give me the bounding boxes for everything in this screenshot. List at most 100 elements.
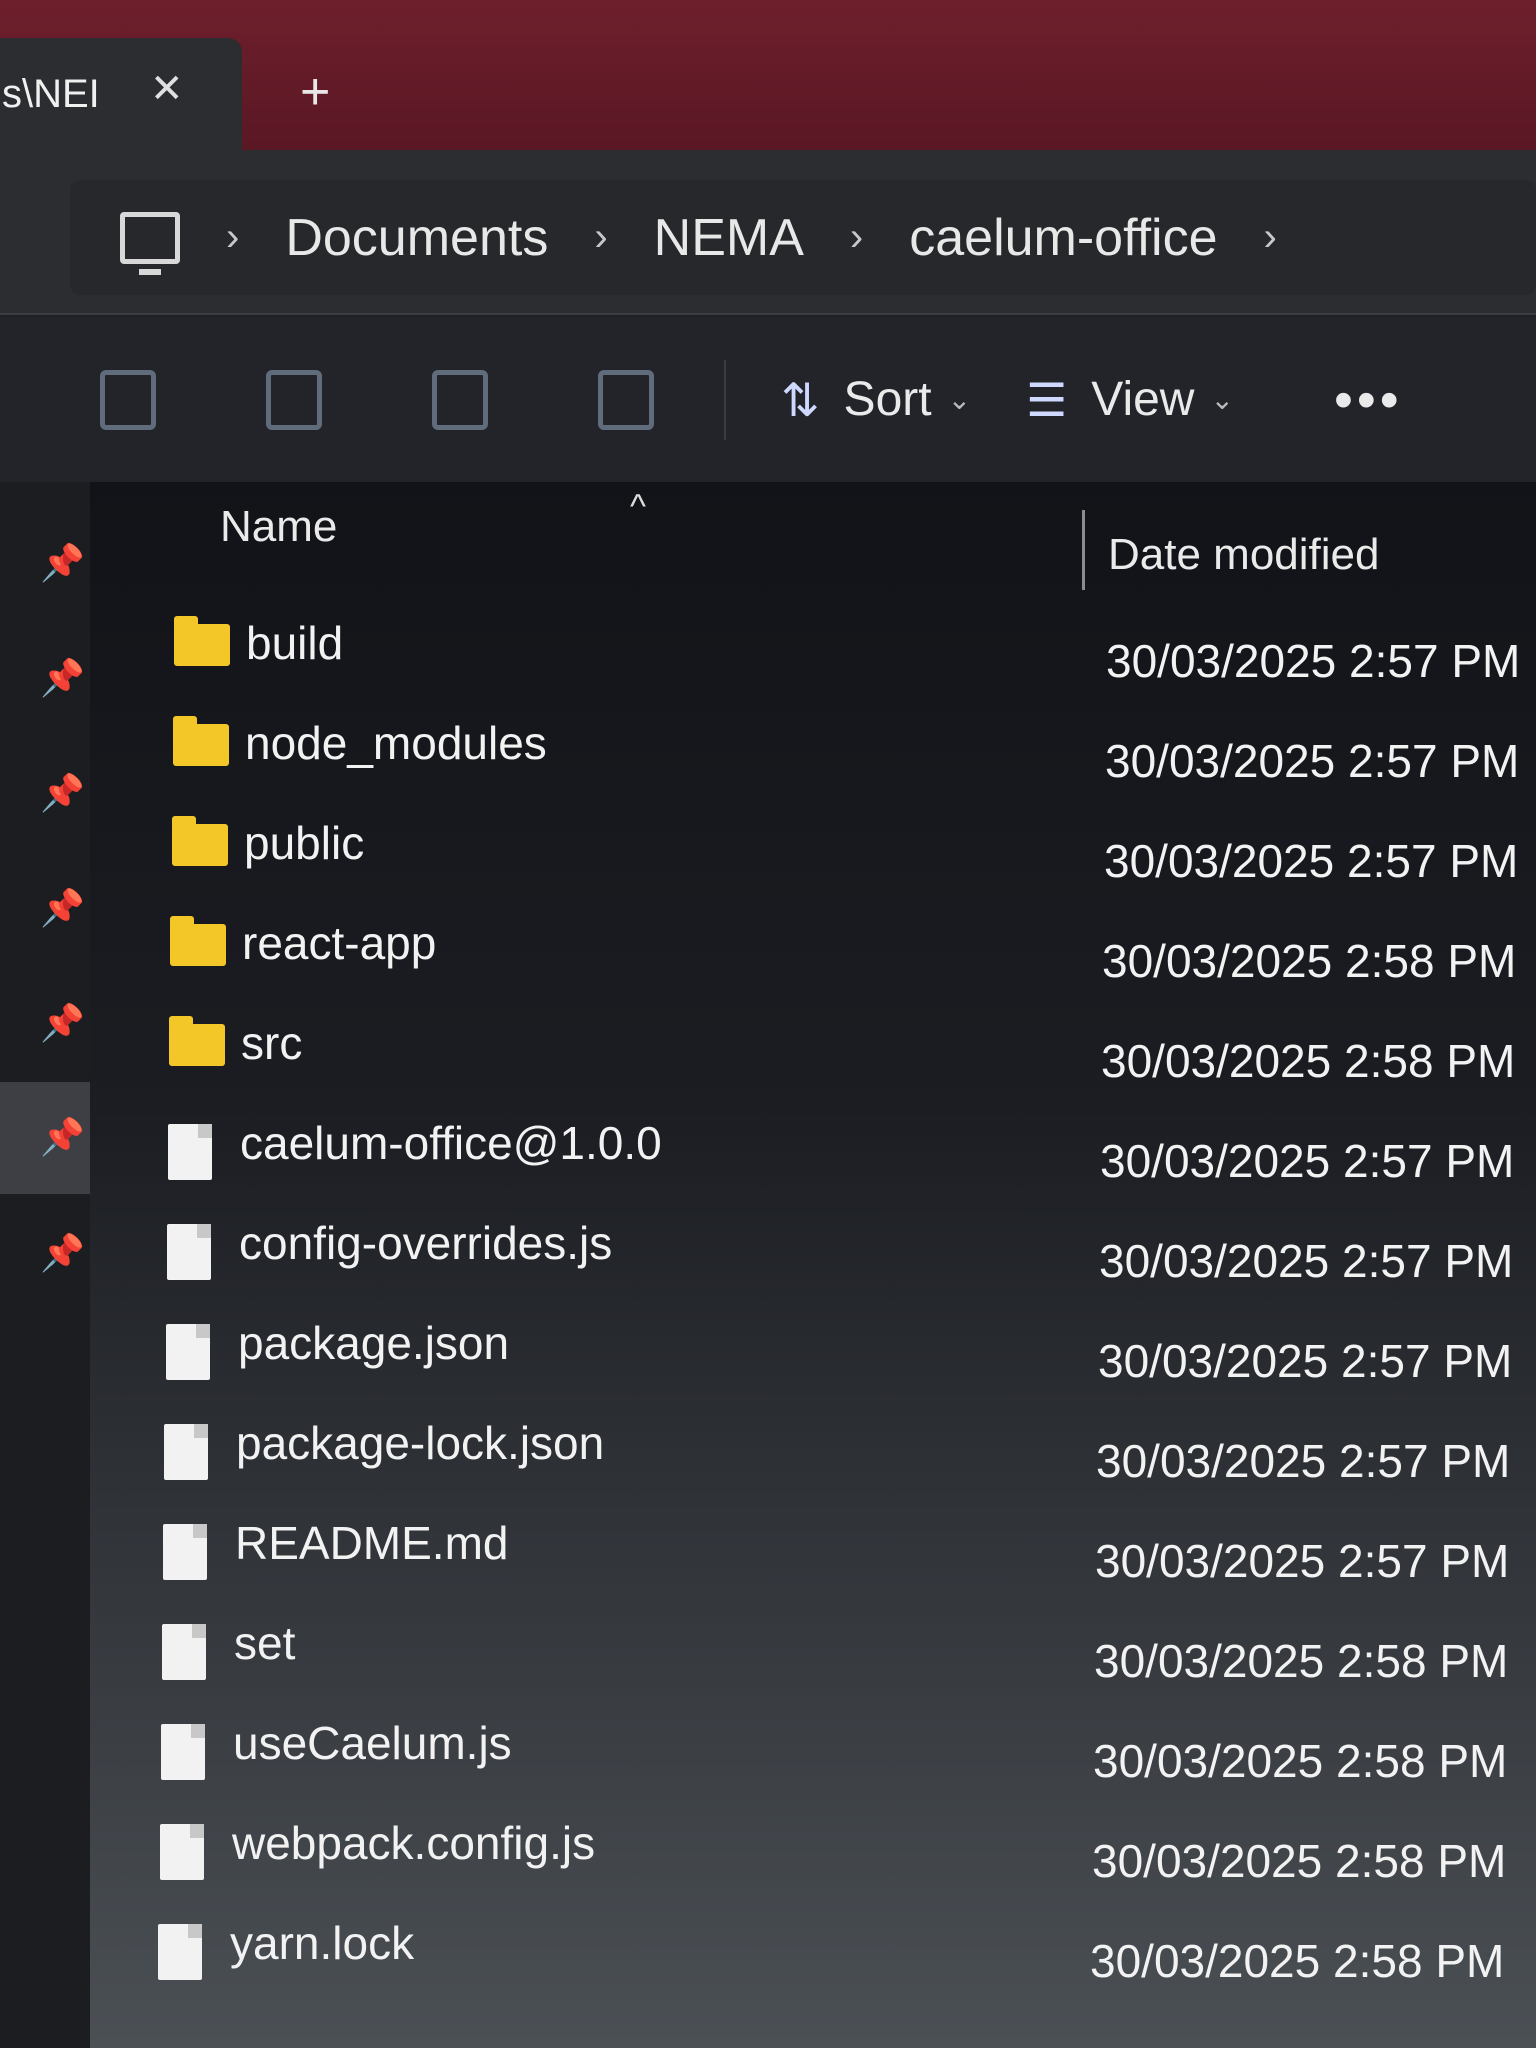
folder-icon [169,1016,225,1066]
folder-icon [170,916,226,966]
file-row[interactable]: package-lock.json 30/03/2025 2:57 PM [90,1404,1536,1494]
share-icon[interactable] [432,369,488,430]
file-icon [162,1624,206,1680]
file-icon [164,1424,208,1480]
close-icon[interactable]: ✕ [150,66,184,112]
file-icon [163,1524,207,1580]
file-date-modified: 30/03/2025 2:58 PM [1090,1935,1505,1987]
file-date-modified: 30/03/2025 2:57 PM [1104,835,1519,887]
pin-icon[interactable]: 📌 [40,1002,85,1043]
paste-icon[interactable] [100,369,156,430]
view-list-icon: ☰ [1026,373,1068,426]
file-name: README.md [235,1517,509,1569]
column-header: Name ^ Date modified [90,482,1536,592]
command-bar: ⇅ Sort ⌄ ☰ View ⌄ ••• [0,317,1536,482]
breadcrumb[interactable]: › Documents › NEMA › caelum-office › [70,180,1536,295]
breadcrumb-documents[interactable]: Documents [285,208,548,268]
file-row[interactable]: useCaelum.js 30/03/2025 2:58 PM [90,1704,1536,1794]
chevron-right-icon[interactable]: › [850,215,863,260]
file-date-modified: 30/03/2025 2:57 PM [1100,1135,1515,1187]
rename-icon[interactable] [266,369,322,430]
folder-icon [172,816,228,866]
file-row[interactable]: package.json 30/03/2025 2:57 PM [90,1304,1536,1394]
file-row[interactable]: set 30/03/2025 2:58 PM [90,1604,1536,1694]
more-options-icon[interactable]: ••• [1334,369,1403,431]
chevron-right-icon[interactable]: › [594,215,607,260]
chevron-right-icon[interactable]: › [1264,215,1277,260]
file-row[interactable]: caelum-office@1.0.0 30/03/2025 2:57 PM [90,1104,1536,1194]
file-icon [166,1324,210,1380]
chevron-down-icon: ⌄ [947,384,972,415]
file-date-modified: 30/03/2025 2:57 PM [1105,735,1520,787]
chevron-right-icon[interactable]: › [226,215,239,260]
file-row[interactable]: config-overrides.js 30/03/2025 2:57 PM [90,1204,1536,1294]
file-row[interactable]: public 30/03/2025 2:57 PM [90,804,1536,894]
quick-access-nav: 📌 📌 📌 📌 📌 📌 📌 [0,482,90,2048]
address-row: › Documents › NEMA › caelum-office › [0,150,1536,315]
sort-button[interactable]: ⇅ Sort ⌄ [781,372,971,427]
file-date-modified: 30/03/2025 2:58 PM [1102,935,1517,987]
file-row[interactable]: src 30/03/2025 2:58 PM [90,1004,1536,1094]
file-row[interactable]: react-app 30/03/2025 2:58 PM [90,904,1536,994]
file-icon [161,1724,205,1780]
file-name: public [244,817,365,869]
delete-icon[interactable] [598,369,654,430]
pin-icon-selected[interactable]: 📌 [0,1082,90,1194]
view-label: View [1091,373,1195,426]
folder-icon [174,616,230,666]
file-list: Name ^ Date modified build 30/03/2025 2:5… [90,482,1536,2048]
file-name: webpack.config.js [232,1817,596,1869]
file-icon [167,1224,211,1280]
file-icon [160,1824,204,1880]
column-resize-handle[interactable] [1082,510,1085,590]
tab-title: s\NEI [2,71,100,116]
title-bar: s\NEI ✕ + [0,0,1536,150]
column-date-modified[interactable]: Date modified [1108,530,1379,580]
file-row[interactable]: node_modules 30/03/2025 2:57 PM [90,704,1536,794]
chevron-down-icon: ⌄ [1210,384,1234,415]
toolbar-divider [724,359,726,440]
file-row[interactable]: yarn.lock 30/03/2025 2:58 PM [90,1904,1536,1994]
file-date-modified: 30/03/2025 2:58 PM [1092,1835,1507,1887]
file-date-modified: 30/03/2025 2:58 PM [1093,1735,1508,1787]
file-name: caelum-office@1.0.0 [240,1117,662,1169]
file-name: build [246,617,344,669]
file-icon [168,1124,212,1180]
file-name: react-app [242,917,437,969]
file-date-modified: 30/03/2025 2:58 PM [1101,1035,1516,1087]
file-name: yarn.lock [230,1917,415,1969]
pin-icon[interactable]: 📌 [40,1232,85,1273]
breadcrumb-caelum-office[interactable]: caelum-office [909,208,1217,268]
file-row[interactable]: webpack.config.js 30/03/2025 2:58 PM [90,1804,1536,1894]
pin-icon[interactable]: 📌 [40,887,85,928]
folder-icon [173,716,229,766]
view-button[interactable]: ☰ View ⌄ [1026,372,1234,427]
pin-icon[interactable]: 📌 [40,772,85,813]
file-name: src [241,1017,303,1069]
file-name: set [234,1617,296,1669]
pin-icon[interactable]: 📌 [40,542,85,583]
file-date-modified: 30/03/2025 2:57 PM [1098,1335,1513,1387]
file-name: node_modules [245,717,547,769]
tab-current[interactable]: s\NEI ✕ [0,38,242,150]
file-row[interactable]: build 30/03/2025 2:57 PM [90,604,1536,694]
new-tab-icon[interactable]: + [300,66,330,118]
file-date-modified: 30/03/2025 2:57 PM [1106,635,1521,687]
this-pc-icon[interactable] [120,211,180,275]
file-name: useCaelum.js [233,1717,512,1769]
sort-label: Sort [843,373,932,426]
file-date-modified: 30/03/2025 2:57 PM [1099,1235,1514,1287]
file-name: package-lock.json [236,1417,605,1469]
file-row[interactable]: README.md 30/03/2025 2:57 PM [90,1504,1536,1594]
file-date-modified: 30/03/2025 2:58 PM [1094,1635,1509,1687]
pin-icon[interactable]: 📌 [40,657,85,698]
file-date-modified: 30/03/2025 2:57 PM [1096,1435,1511,1487]
file-name: config-overrides.js [239,1217,613,1269]
file-name: package.json [238,1317,510,1369]
breadcrumb-nema[interactable]: NEMA [654,208,804,268]
file-icon [158,1924,202,1980]
sort-icon: ⇅ [781,373,820,426]
sort-ascending-icon: ^ [630,488,646,526]
column-name[interactable]: Name [220,502,337,552]
file-date-modified: 30/03/2025 2:57 PM [1095,1535,1510,1587]
